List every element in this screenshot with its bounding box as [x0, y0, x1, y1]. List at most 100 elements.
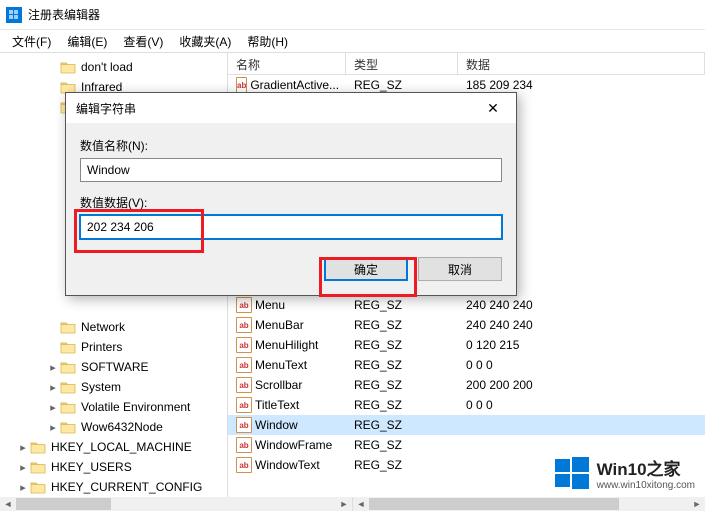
list-row[interactable]: abTitleText REG_SZ0 0 0 — [228, 395, 705, 415]
column-type[interactable]: 类型 — [346, 53, 458, 74]
tree-label: System — [79, 379, 123, 395]
value-data: 0 120 215 — [458, 338, 705, 352]
value-type: REG_SZ — [346, 78, 458, 92]
horizontal-scrollbars: ◄ ► ◄ ► — [0, 497, 705, 511]
value-type: REG_SZ — [346, 318, 458, 332]
list-row[interactable]: abWindowFrame REG_SZ — [228, 435, 705, 455]
tree-item[interactable]: ▸ HKEY_CURRENT_CONFIG — [0, 477, 227, 497]
scroll-left-icon[interactable]: ◄ — [353, 499, 369, 509]
scroll-right-icon[interactable]: ► — [689, 499, 705, 509]
folder-icon — [60, 420, 76, 434]
value-type: REG_SZ — [346, 438, 458, 452]
regedit-icon — [6, 7, 22, 23]
value-data: 200 200 200 — [458, 378, 705, 392]
scroll-thumb[interactable] — [16, 498, 111, 510]
expand-toggle-icon[interactable]: ▸ — [46, 361, 60, 374]
value-type: REG_SZ — [346, 338, 458, 352]
value-name: MenuHilight — [255, 338, 318, 352]
list-row[interactable]: abMenuBarREG_SZ240 240 240 — [228, 315, 705, 335]
tree-item[interactable]: ▸ HKEY_USERS — [0, 457, 227, 477]
value-type: REG_SZ — [346, 418, 458, 432]
tree-label: Wow6432Node — [79, 419, 165, 435]
tree-label: HKEY_CURRENT_CONFIG — [49, 479, 204, 495]
list-row[interactable]: abScrollbar REG_SZ200 200 200 — [228, 375, 705, 395]
tree-item[interactable]: ·don't load — [0, 57, 227, 77]
expand-toggle-icon[interactable]: ▸ — [16, 481, 30, 494]
value-type: REG_SZ — [346, 458, 458, 472]
folder-icon — [60, 320, 76, 334]
expand-toggle-icon[interactable]: ▸ — [46, 401, 60, 414]
menu-edit[interactable]: 编辑(E) — [59, 31, 115, 52]
list-row[interactable]: abMenuTextREG_SZ0 0 0 — [228, 355, 705, 375]
watermark-url: www.win10xitong.com — [597, 480, 695, 491]
value-name: TitleText — [255, 398, 299, 412]
value-name: MenuText — [255, 358, 307, 372]
value-name: Window — [255, 418, 298, 432]
tree-item[interactable]: ·Network — [0, 317, 227, 337]
folder-icon — [60, 60, 76, 74]
string-value-icon: ab — [236, 437, 252, 453]
window-titlebar: 注册表编辑器 — [0, 0, 705, 30]
tree-item[interactable]: ▸ SOFTWARE — [0, 357, 227, 377]
expand-toggle-icon[interactable]: ▸ — [46, 381, 60, 394]
string-value-icon: ab — [236, 417, 252, 433]
value-data: 0 0 0 — [458, 358, 705, 372]
tree-item[interactable]: ▸ Wow6432Node — [0, 417, 227, 437]
tree-label: Volatile Environment — [79, 399, 192, 415]
string-value-icon: ab — [236, 377, 252, 393]
tree-label: SOFTWARE — [79, 359, 151, 375]
value-data: 0 0 0 — [458, 398, 705, 412]
value-type: REG_SZ — [346, 398, 458, 412]
value-name-input[interactable] — [80, 158, 502, 182]
list-columns: 名称 类型 数据 — [228, 53, 705, 75]
string-value-icon: ab — [236, 337, 252, 353]
list-row[interactable]: abWindow REG_SZ — [228, 415, 705, 435]
value-type: REG_SZ — [346, 378, 458, 392]
menu-view[interactable]: 查看(V) — [115, 31, 171, 52]
tree-item[interactable]: ▸ HKEY_LOCAL_MACHINE — [0, 437, 227, 457]
menu-favorites[interactable]: 收藏夹(A) — [171, 31, 239, 52]
value-name: Scrollbar — [255, 378, 302, 392]
menubar: 文件(F) 编辑(E) 查看(V) 收藏夹(A) 帮助(H) — [0, 30, 705, 52]
folder-icon — [60, 360, 76, 374]
string-value-icon: ab — [236, 397, 252, 413]
folder-icon — [30, 480, 46, 494]
value-data: 240 240 240 — [458, 298, 705, 312]
string-value-icon: ab — [236, 357, 252, 373]
column-data[interactable]: 数据 — [458, 53, 705, 74]
tree-item[interactable]: ▸ System — [0, 377, 227, 397]
scroll-left-icon[interactable]: ◄ — [0, 499, 16, 509]
expand-toggle-icon[interactable]: ▸ — [46, 421, 60, 434]
watermark-suffix: 之家 — [647, 460, 681, 479]
value-name: WindowFrame — [255, 438, 332, 452]
menu-help[interactable]: 帮助(H) — [239, 31, 296, 52]
scroll-thumb[interactable] — [369, 498, 619, 510]
watermark-brand: Win10 — [597, 460, 647, 479]
tree-label: HKEY_LOCAL_MACHINE — [49, 439, 194, 455]
cancel-button[interactable]: 取消 — [418, 257, 502, 281]
scroll-right-icon[interactable]: ► — [336, 499, 352, 509]
expand-toggle-icon[interactable]: ▸ — [16, 441, 30, 454]
list-row[interactable]: abMenuREG_SZ240 240 240 — [228, 295, 705, 315]
ok-button[interactable]: 确定 — [324, 257, 408, 281]
value-data-label: 数值数据(V): — [80, 194, 502, 211]
close-icon[interactable]: ✕ — [478, 100, 508, 117]
tree-item[interactable]: ▸ Volatile Environment — [0, 397, 227, 417]
folder-icon — [60, 380, 76, 394]
value-name: Menu — [255, 298, 285, 312]
value-name: MenuBar — [255, 318, 304, 332]
tree-label: HKEY_USERS — [49, 459, 134, 475]
value-name: GradientActive... — [250, 78, 339, 92]
list-row[interactable]: abMenuHilight REG_SZ0 120 215 — [228, 335, 705, 355]
value-data: 185 209 234 — [458, 78, 705, 92]
string-value-icon: ab — [236, 457, 252, 473]
expand-toggle-icon[interactable]: ▸ — [16, 461, 30, 474]
folder-icon — [60, 400, 76, 414]
value-data-input[interactable] — [80, 215, 502, 239]
menu-file[interactable]: 文件(F) — [4, 31, 59, 52]
folder-icon — [30, 460, 46, 474]
windows-logo-icon — [555, 456, 589, 490]
value-name-label: 数值名称(N): — [80, 137, 502, 154]
tree-item[interactable]: ·Printers — [0, 337, 227, 357]
column-name[interactable]: 名称 — [228, 53, 346, 74]
